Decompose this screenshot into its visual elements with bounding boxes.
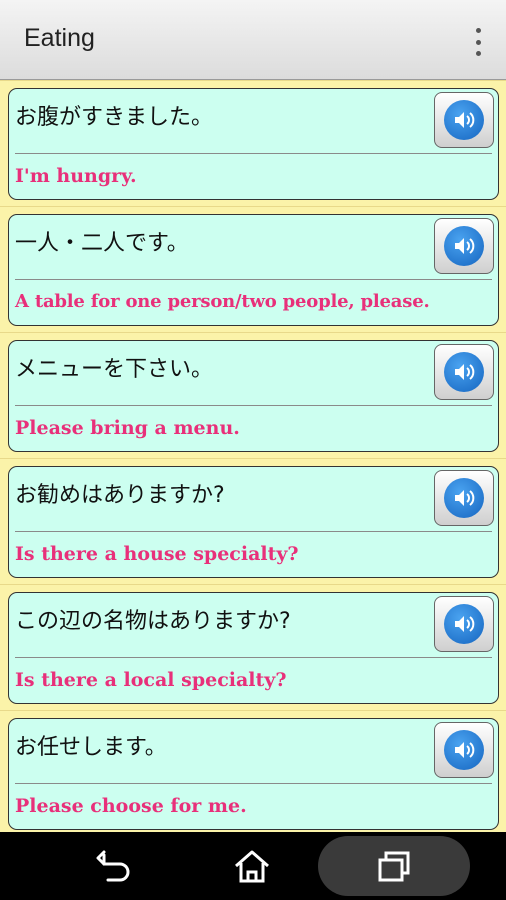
home-button[interactable] — [222, 844, 282, 888]
recent-apps-button[interactable] — [318, 836, 470, 896]
speaker-icon — [444, 226, 484, 266]
speaker-icon — [444, 730, 484, 770]
speaker-icon — [444, 100, 484, 140]
english-translation: A table for one person/two people, pleas… — [15, 291, 430, 312]
english-translation: Please bring a menu. — [15, 417, 240, 439]
play-audio-button[interactable] — [434, 92, 494, 148]
page-title: Eating — [24, 24, 95, 52]
english-translation: I'm hungry. — [15, 165, 137, 187]
divider — [15, 783, 492, 784]
speaker-icon — [444, 478, 484, 518]
home-icon — [235, 850, 269, 883]
list-item: 一人・二人です。 A table for one person/two peop… — [0, 206, 506, 332]
back-button[interactable] — [84, 844, 144, 888]
phrase-card: お腹がすきました。 I'm hungry. — [8, 88, 499, 200]
system-nav-bar — [0, 832, 506, 900]
phrase-card: 一人・二人です。 A table for one person/two peop… — [8, 214, 499, 326]
japanese-phrase: メニューを下さい。 — [15, 357, 214, 382]
app-bar: Eating — [0, 0, 506, 80]
list-item: お任せします。 Please choose for me. — [0, 710, 506, 832]
list-item: お勧めはありますか? Is there a house specialty? — [0, 458, 506, 584]
play-audio-button[interactable] — [434, 344, 494, 400]
divider — [15, 405, 492, 406]
recent-apps-icon — [378, 851, 410, 882]
japanese-phrase: 一人・二人です。 — [15, 231, 189, 256]
speaker-icon — [444, 352, 484, 392]
list-item: メニューを下さい。 Please bring a menu. — [0, 332, 506, 458]
phrase-card: この辺の名物はありますか? Is there a local specialty… — [8, 592, 499, 704]
speaker-icon — [444, 604, 484, 644]
play-audio-button[interactable] — [434, 722, 494, 778]
divider — [15, 657, 492, 658]
japanese-phrase: お任せします。 — [15, 735, 167, 760]
japanese-phrase: お腹がすきました。 — [15, 105, 214, 130]
japanese-phrase: お勧めはありますか? — [15, 483, 225, 508]
play-audio-button[interactable] — [434, 218, 494, 274]
divider — [15, 153, 492, 154]
divider — [15, 531, 492, 532]
phrase-card: メニューを下さい。 Please bring a menu. — [8, 340, 499, 452]
english-translation: Is there a house specialty? — [15, 543, 299, 565]
japanese-phrase: この辺の名物はありますか? — [15, 609, 291, 634]
english-translation: Is there a local specialty? — [15, 669, 287, 691]
divider — [15, 279, 492, 280]
overflow-menu-icon[interactable] — [468, 28, 488, 56]
phrase-card: お勧めはありますか? Is there a house specialty? — [8, 466, 499, 578]
list-item: お腹がすきました。 I'm hungry. — [0, 80, 506, 206]
back-icon — [96, 850, 130, 882]
play-audio-button[interactable] — [434, 596, 494, 652]
phrase-list[interactable]: お腹がすきました。 I'm hungry. 一人・二人です。 A table f… — [0, 80, 506, 832]
english-translation: Please choose for me. — [15, 795, 247, 817]
phrase-card: お任せします。 Please choose for me. — [8, 718, 499, 830]
play-audio-button[interactable] — [434, 470, 494, 526]
list-item: この辺の名物はありますか? Is there a local specialty… — [0, 584, 506, 710]
